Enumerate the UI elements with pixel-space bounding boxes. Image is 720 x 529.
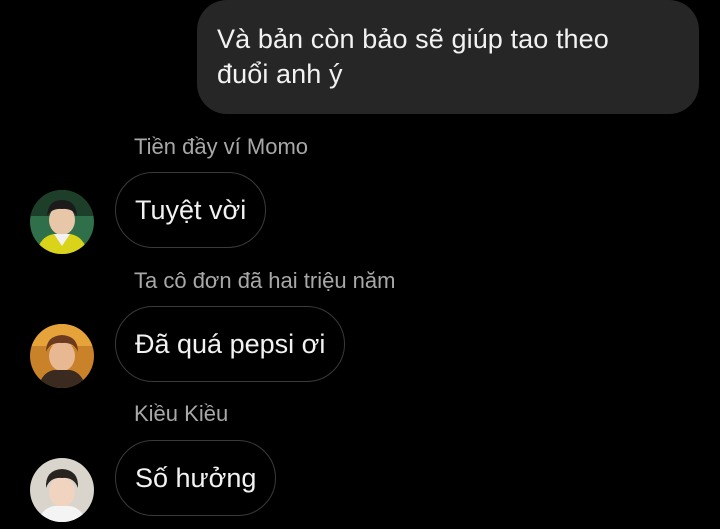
message-text: Tuyệt vời (135, 195, 247, 225)
sender-name: Kiều Kiều (134, 401, 229, 426)
message-text: Đã quá pepsi ơi (135, 329, 326, 359)
message-text: Số hưởng (135, 463, 257, 493)
chat-thread: Và bản còn bảo sẽ giúp tao theo đuổi anh… (0, 0, 720, 529)
avatar[interactable] (30, 458, 94, 522)
sender-name: Ta cô đơn đã hai triệu năm (134, 268, 396, 293)
avatar[interactable] (30, 324, 94, 388)
incoming-message-bubble[interactable]: Số hưởng (115, 440, 277, 516)
outgoing-message-text: Và bản còn bảo sẽ giúp tao theo đuổi anh… (217, 24, 609, 89)
sender-name: Tiền đầy ví Momo (134, 134, 309, 159)
avatar-photo-icon (30, 458, 94, 522)
avatar[interactable] (30, 190, 94, 254)
incoming-message-bubble[interactable]: Tuyệt vời (115, 172, 267, 248)
avatar-photo-icon (30, 190, 94, 254)
avatar-photo-icon (30, 324, 94, 388)
outgoing-message-bubble[interactable]: Và bản còn bảo sẽ giúp tao theo đuổi anh… (197, 0, 699, 114)
incoming-message-bubble[interactable]: Đã quá pepsi ơi (115, 306, 346, 382)
